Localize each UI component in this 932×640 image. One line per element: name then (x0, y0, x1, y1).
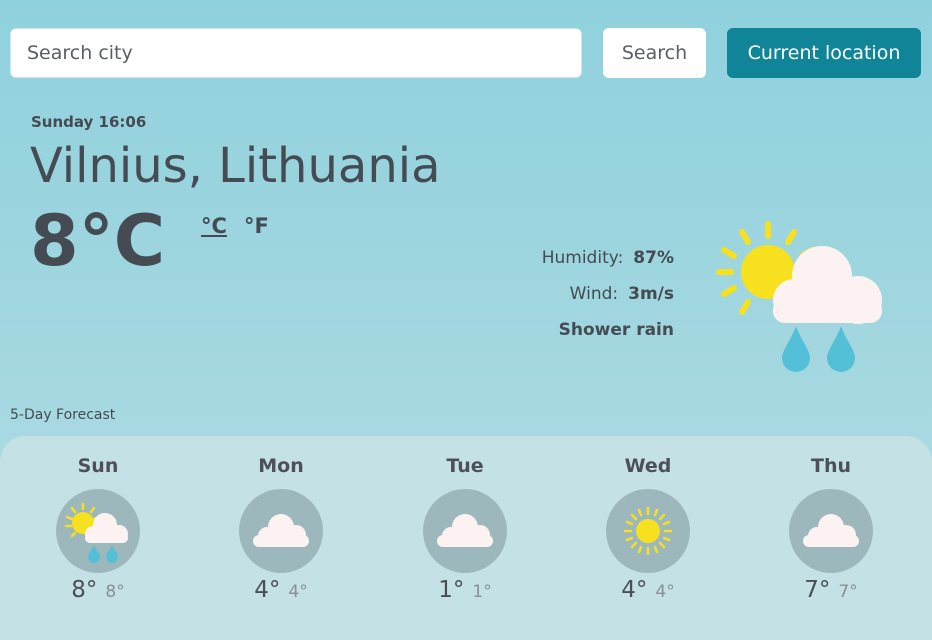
current-location-button[interactable]: Current location (727, 28, 921, 78)
forecast-min-temp: 4° (288, 582, 308, 602)
forecast-min-temp: 1° (472, 582, 492, 602)
forecast-temps: 4° 4° (221, 577, 341, 603)
current-temperature: 8°C (30, 200, 166, 282)
forecast-day-name: Tue (446, 455, 484, 477)
cloud-icon (423, 489, 507, 573)
top-bar: Search Current location (10, 28, 921, 78)
search-input[interactable] (10, 28, 582, 78)
wind-label: Wind: (569, 284, 619, 304)
forecast-max-temp: 4° (621, 577, 648, 603)
forecast-max-temp: 1° (438, 577, 465, 603)
forecast-max-temp: 4° (254, 577, 281, 603)
fahrenheit-link[interactable]: °F (244, 214, 269, 238)
forecast-max-temp: 7° (804, 577, 831, 603)
forecast-min-temp: 7° (838, 582, 858, 602)
sun-cloud-rain-icon (56, 489, 140, 573)
humidity-row: Humidity: 87% (542, 240, 674, 276)
wind-value: 3m/s (628, 284, 674, 304)
celsius-link[interactable]: °C (201, 214, 227, 238)
forecast-day-name: Thu (810, 455, 851, 477)
humidity-value: 87% (633, 248, 674, 268)
sun-icon (606, 489, 690, 573)
search-button[interactable]: Search (603, 28, 706, 78)
wind-row: Wind: 3m/s (542, 276, 674, 312)
forecast-day-name: Mon (258, 455, 304, 477)
forecast-day-name: Sun (77, 455, 119, 477)
forecast-heading: 5-Day Forecast (10, 407, 116, 423)
humidity-label: Humidity: (541, 248, 624, 268)
forecast-temps: 8° 8° (38, 577, 158, 603)
forecast-temps: 4° 4° (588, 577, 708, 603)
weather-description: Shower rain (558, 320, 674, 340)
city-name: Vilnius, Lithuania (30, 138, 441, 194)
cloud-icon (239, 489, 323, 573)
forecast-temps: 7° 7° (771, 577, 891, 603)
forecast-min-temp: 8° (105, 582, 125, 602)
forecast-temps: 1° 1° (405, 577, 525, 603)
sun-cloud-rain-icon (716, 220, 886, 375)
date-time: Sunday 16:06 (31, 113, 147, 131)
forecast-min-temp: 4° (655, 582, 675, 602)
weather-details: Humidity: 87% Wind: 3m/s Shower rain (542, 240, 674, 348)
forecast-panel: Sun 8° 8° Mon 4° 4° Tue 1° 1° Wed 4° 4° … (0, 436, 932, 640)
forecast-max-temp: 8° (71, 577, 98, 603)
cloud-icon (789, 489, 873, 573)
forecast-day-name: Wed (624, 455, 672, 477)
